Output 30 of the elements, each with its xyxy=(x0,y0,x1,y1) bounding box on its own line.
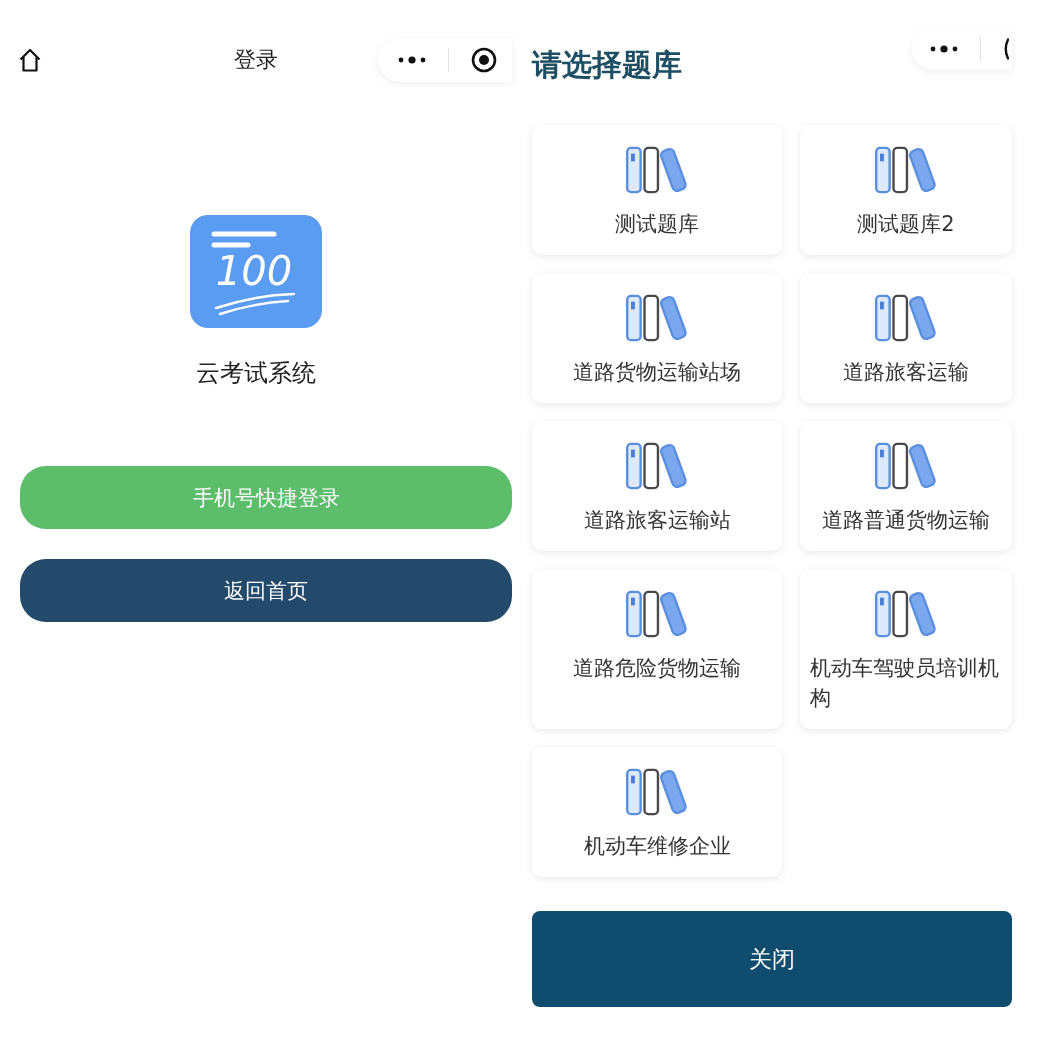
more-icon[interactable] xyxy=(398,56,426,64)
more-icon[interactable] xyxy=(930,45,958,53)
bank-card[interactable]: 机动车维修企业 xyxy=(532,747,782,877)
underline-stroke-icon xyxy=(214,292,296,316)
books-icon xyxy=(874,293,938,343)
books-icon xyxy=(625,589,689,639)
bank-card[interactable]: 测试题库2 xyxy=(800,125,1012,255)
home-icon[interactable] xyxy=(19,48,41,72)
app-name: 云考试系统 xyxy=(196,358,316,389)
books-icon xyxy=(874,145,938,195)
bank-card[interactable]: 测试题库 xyxy=(532,125,782,255)
books-icon xyxy=(874,441,938,491)
books-icon xyxy=(874,589,938,639)
books-icon xyxy=(625,293,689,343)
dialog-title: 请选择题库 xyxy=(532,47,682,83)
bank-card[interactable]: 道路危险货物运输 xyxy=(532,569,782,729)
lines-icon xyxy=(211,231,277,248)
close-button[interactable]: 关闭 xyxy=(532,911,1012,1007)
bank-card[interactable]: 道路货物运输站场 xyxy=(532,273,782,403)
page-title: 登录 xyxy=(234,46,278,74)
bank-card[interactable]: 机动车驾驶员培训机构 xyxy=(800,569,1012,729)
bank-card[interactable]: 道路旅客运输站 xyxy=(532,421,782,551)
books-icon xyxy=(625,767,689,817)
books-icon xyxy=(625,441,689,491)
logo-number: 100 xyxy=(215,248,293,294)
home-button[interactable]: 返回首页 xyxy=(20,559,512,622)
bank-card[interactable]: 道路旅客运输 xyxy=(800,273,1012,403)
books-icon xyxy=(625,145,689,195)
target-icon[interactable] xyxy=(471,47,497,73)
bank-card[interactable]: 道路普通货物运输 xyxy=(800,421,1012,551)
